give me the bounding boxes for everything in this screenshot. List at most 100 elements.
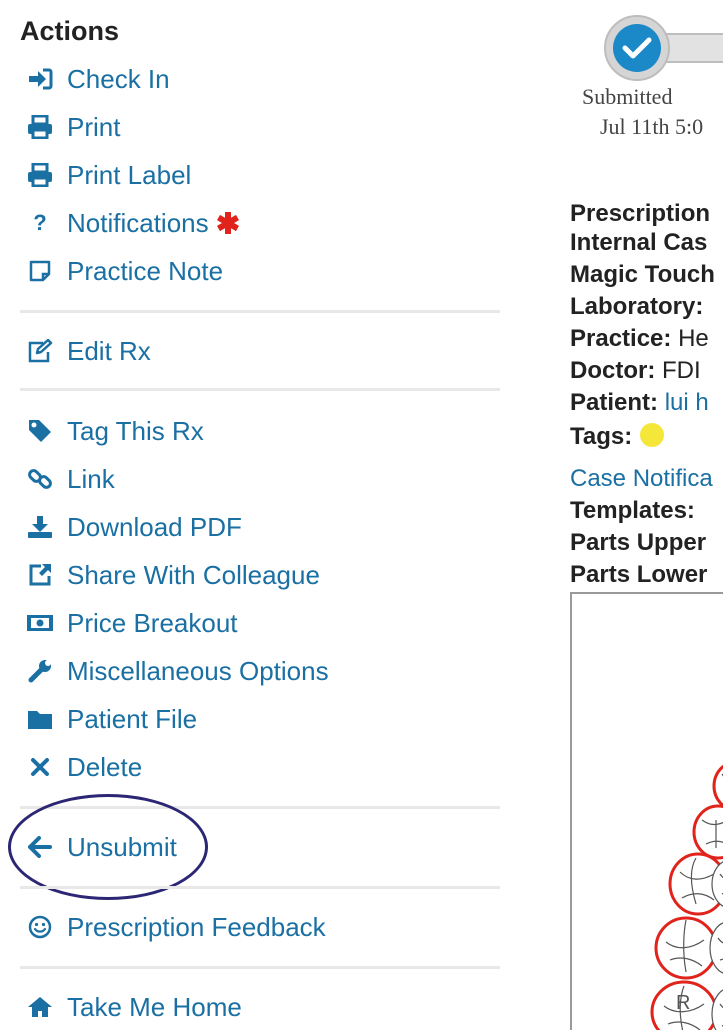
detail-parts-lower: Parts Lower: [570, 559, 707, 591]
tooth-chart-drawing: [650, 762, 723, 1030]
print-label-button[interactable]: Print Label: [20, 156, 191, 194]
home-icon: [26, 993, 54, 1021]
unsubmit-button[interactable]: Unsubmit: [20, 828, 177, 866]
detail-practice: Practice: He: [570, 323, 709, 355]
take-me-home-label: Take Me Home: [67, 992, 242, 1022]
detail-label: Doctor:: [570, 357, 656, 384]
detail-label: Templates:: [570, 497, 695, 524]
detail-label: Practice:: [570, 325, 672, 352]
miscellaneous-options-button[interactable]: Miscellaneous Options: [20, 652, 329, 690]
download-icon: [26, 513, 54, 541]
question-icon: ?: [33, 210, 47, 235]
detail-label: Internal Cas: [570, 229, 708, 256]
smile-icon: [26, 913, 54, 941]
divider: [20, 886, 500, 889]
detail-value: FDI: [662, 357, 701, 384]
notifications-label: Notifications: [67, 208, 209, 238]
detail-patient: Patient: lui h: [570, 387, 709, 419]
detail-label: Magic Touch: [570, 261, 715, 288]
divider: [20, 388, 500, 391]
tag-dot[interactable]: [640, 423, 665, 447]
tooth-chart: R: [570, 592, 723, 1030]
required-asterisk-icon: [215, 210, 241, 236]
detail-label: Prescription: [570, 200, 711, 227]
print-button[interactable]: Print: [20, 108, 120, 146]
folder-icon: [26, 705, 54, 733]
submitted-step-indicator: [604, 15, 670, 81]
link-icon: [26, 465, 54, 493]
detail-value: He: [678, 325, 709, 352]
share-with-colleague-button[interactable]: Share With Colleague: [20, 556, 320, 594]
print-icon: [26, 161, 54, 189]
detail-internal-case: Internal Cas: [570, 227, 707, 259]
actions-title: Actions: [20, 16, 120, 46]
close-icon: [26, 753, 54, 781]
wrench-icon: [26, 657, 54, 685]
tooth[interactable]: [654, 916, 718, 980]
tooth[interactable]: [711, 988, 723, 1030]
price-breakout-button[interactable]: Price Breakout: [20, 604, 238, 642]
detail-doctor: Doctor: FDI: [570, 355, 701, 387]
link-label: Link: [67, 464, 115, 494]
notifications-button[interactable]: ? Notifications: [20, 204, 241, 242]
practice-note-label: Practice Note: [67, 256, 224, 286]
step-label: Submitted: [582, 84, 673, 109]
money-bill-icon: [26, 609, 54, 637]
download-pdf-label: Download PDF: [67, 512, 242, 542]
print-label-label: Print Label: [67, 160, 192, 190]
tag-this-rx-label: Tag This Rx: [67, 416, 204, 446]
unsubmit-label: Unsubmit: [67, 832, 177, 862]
detail-templates: Templates:: [570, 495, 695, 527]
detail-magic-touch: Magic Touch: [570, 259, 715, 291]
price-breakout-label: Price Breakout: [67, 608, 238, 638]
take-me-home-button[interactable]: Take Me Home: [20, 988, 242, 1026]
miscellaneous-options-label: Miscellaneous Options: [67, 656, 329, 686]
tooth-chart-side-label: R: [676, 992, 691, 1014]
detail-label: Parts Upper: [570, 529, 707, 556]
share-icon: [26, 561, 54, 589]
detail-label: Laboratory:: [570, 293, 704, 320]
print-label: Print: [67, 112, 121, 142]
prescription-feedback-button[interactable]: Prescription Feedback: [20, 908, 326, 946]
sticky-note-icon: [26, 257, 54, 285]
print-icon: [26, 113, 54, 141]
delete-button[interactable]: Delete: [20, 748, 142, 786]
divider: [20, 806, 500, 809]
detail-parts-upper: Parts Upper: [570, 527, 706, 559]
tooth[interactable]: [692, 804, 723, 860]
patient-file-label: Patient File: [67, 704, 198, 734]
divider: [20, 310, 500, 313]
prescription-feedback-label: Prescription Feedback: [67, 912, 326, 942]
case-notifications-link[interactable]: Case Notifica: [570, 465, 713, 492]
edit-icon: [26, 337, 54, 365]
edit-rx-button[interactable]: Edit Rx: [20, 332, 151, 370]
detail-prescription: Prescription: [570, 198, 710, 230]
share-with-colleague-label: Share With Colleague: [67, 560, 320, 590]
progress-track: [664, 33, 723, 63]
arrow-left-icon: [26, 833, 54, 861]
tag-this-rx-button[interactable]: Tag This Rx: [20, 412, 204, 450]
step-date: Jul 11th 5:0: [600, 114, 704, 139]
detail-laboratory: Laboratory:: [570, 291, 703, 323]
link-button[interactable]: Link: [20, 460, 115, 498]
sign-in-icon: [26, 65, 54, 93]
check-in-button[interactable]: Check In: [20, 60, 170, 98]
patient-link[interactable]: lui h: [665, 389, 709, 416]
divider: [20, 966, 500, 969]
detail-label: Tags:: [570, 423, 633, 450]
tag-icon: [26, 417, 54, 445]
detail-label: Parts Lower: [570, 561, 708, 588]
tooth[interactable]: [712, 762, 723, 810]
detail-case-notifications: Case Notifica: [570, 463, 713, 495]
tooth[interactable]: [709, 922, 723, 974]
download-pdf-button[interactable]: Download PDF: [20, 508, 242, 546]
check-icon: [622, 37, 652, 59]
delete-label: Delete: [67, 752, 143, 782]
detail-label: Patient:: [570, 389, 659, 416]
practice-note-button[interactable]: Practice Note: [20, 252, 223, 290]
edit-rx-label: Edit Rx: [67, 336, 151, 366]
detail-tags: Tags:: [570, 421, 665, 453]
case-page: Actions Check In Print Print Label ? Not…: [0, 0, 723, 1030]
check-in-label: Check In: [67, 64, 170, 94]
patient-file-button[interactable]: Patient File: [20, 700, 197, 738]
